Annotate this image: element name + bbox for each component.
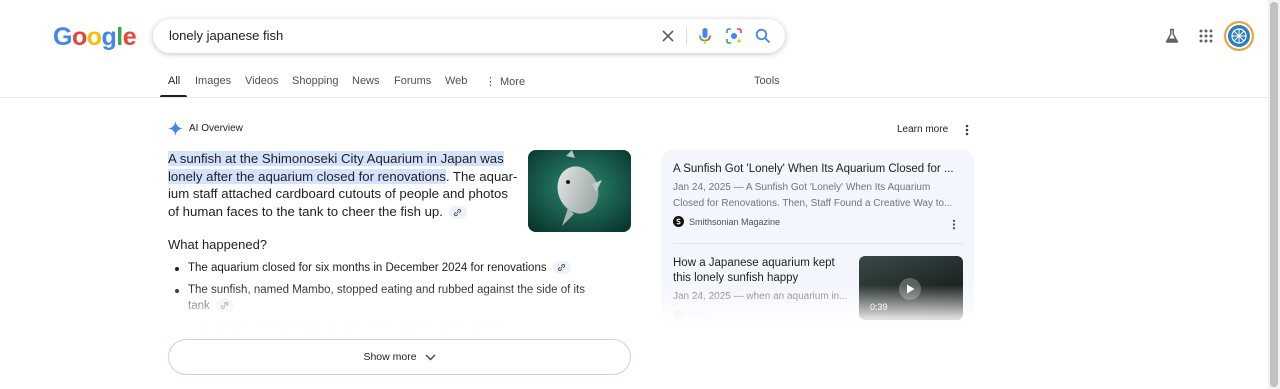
citation-link-icon[interactable] [552, 261, 571, 275]
labs-flask-icon[interactable] [1160, 24, 1184, 48]
search-divider [686, 27, 687, 45]
video-thumbnail[interactable]: 0:39 [859, 256, 963, 320]
google-logo[interactable]: Google [53, 23, 137, 52]
source-cards: A Sunfish Got 'Lonely' When Its Aquarium… [661, 150, 974, 325]
clear-icon[interactable] [658, 26, 678, 46]
page-scrollbar[interactable] [1268, 0, 1280, 389]
chevron-down-icon [425, 354, 436, 360]
show-more-label: Show more [363, 351, 417, 363]
learn-more-link[interactable]: Learn more [897, 124, 948, 135]
source-card[interactable]: How a Japanese aquarium kept this lonely… [673, 256, 848, 321]
ai-overview-summary: A sunfish at the Shimonoseki City Aquari… [168, 150, 520, 221]
source-site-name: CBC [689, 310, 709, 320]
source-snippet: Jan 24, 2025 — when an aquarium in... [673, 291, 848, 302]
tab-more-label: More [500, 76, 526, 88]
video-duration: 0:39 [870, 302, 888, 312]
list-item: Staff thought the fish might be sick, bu… [174, 320, 604, 336]
ai-overview-title: AI Overview [189, 123, 243, 134]
microphone-icon[interactable] [695, 26, 715, 46]
more-dots-icon: ⋮ [485, 76, 496, 88]
logo-letter: o [86, 23, 102, 51]
source-site: Smithsonian Magazine [673, 216, 963, 227]
tab-news[interactable]: News [352, 75, 380, 87]
what-happened-heading: What happened? [168, 237, 268, 252]
source-title[interactable]: How a Japanese aquarium kept this lonely… [673, 256, 848, 286]
sunfish-photo[interactable] [528, 150, 631, 232]
tab-shopping[interactable]: Shopping [292, 75, 339, 87]
citation-link-icon[interactable] [215, 299, 234, 313]
bullet-text: The sunfish, named Mambo, stopped eating… [188, 284, 586, 312]
header-divider [0, 97, 1268, 98]
smithsonian-favicon-icon [673, 216, 684, 227]
show-more-button[interactable]: Show more [168, 339, 631, 375]
tab-videos[interactable]: Videos [245, 75, 278, 87]
tab-forums[interactable]: Forums [394, 75, 431, 87]
logo-letter: g [101, 23, 117, 51]
tab-all[interactable]: All [168, 75, 180, 87]
what-happened-list: The aquarium closed for six months in De… [174, 260, 604, 342]
cbc-favicon-icon [673, 309, 684, 321]
lens-icon[interactable] [724, 26, 744, 46]
source-menu-icon[interactable] [947, 216, 961, 232]
citation-link-icon[interactable] [448, 206, 467, 220]
ai-overview-header: AI Overview [168, 121, 243, 136]
source-title[interactable]: A Sunfish Got 'Lonely' When Its Aquarium… [673, 162, 963, 177]
bullet-text: The aquarium closed for six months in De… [188, 262, 547, 274]
list-item: The sunfish, named Mambo, stopped eating… [174, 282, 604, 314]
tools-button[interactable]: Tools [754, 75, 780, 87]
source-divider [673, 243, 963, 244]
logo-letter: e [122, 23, 137, 51]
logo-letter: o [71, 23, 87, 51]
source-card[interactable]: A Sunfish Got 'Lonely' When Its Aquarium… [673, 162, 963, 227]
source-snippet: Jan 24, 2025 — A Sunfish Got 'Lonely' Wh… [673, 182, 953, 209]
tab-more[interactable]: ⋮ More [485, 75, 525, 88]
search-box: lonely japanese fish [153, 19, 785, 53]
scrollbar-thumb[interactable] [1270, 2, 1278, 387]
bullet-text: Staff thought the fish might be sick, bu… [188, 322, 509, 334]
account-avatar[interactable] [1224, 21, 1254, 51]
search-input[interactable]: lonely japanese fish [169, 28, 283, 43]
play-icon[interactable] [899, 278, 921, 300]
search-icon[interactable] [753, 26, 773, 46]
list-item: The aquarium closed for six months in De… [174, 260, 604, 276]
source-site-name: Smithsonian Magazine [689, 216, 781, 227]
source-site: CBC [673, 309, 848, 321]
gemini-sparkle-icon [168, 121, 183, 136]
apps-grid-icon[interactable] [1194, 24, 1218, 48]
tab-web[interactable]: Web [445, 75, 467, 87]
logo-letter: G [53, 23, 72, 51]
ai-overview-menu-icon[interactable] [960, 122, 974, 138]
tab-images[interactable]: Images [195, 75, 231, 87]
